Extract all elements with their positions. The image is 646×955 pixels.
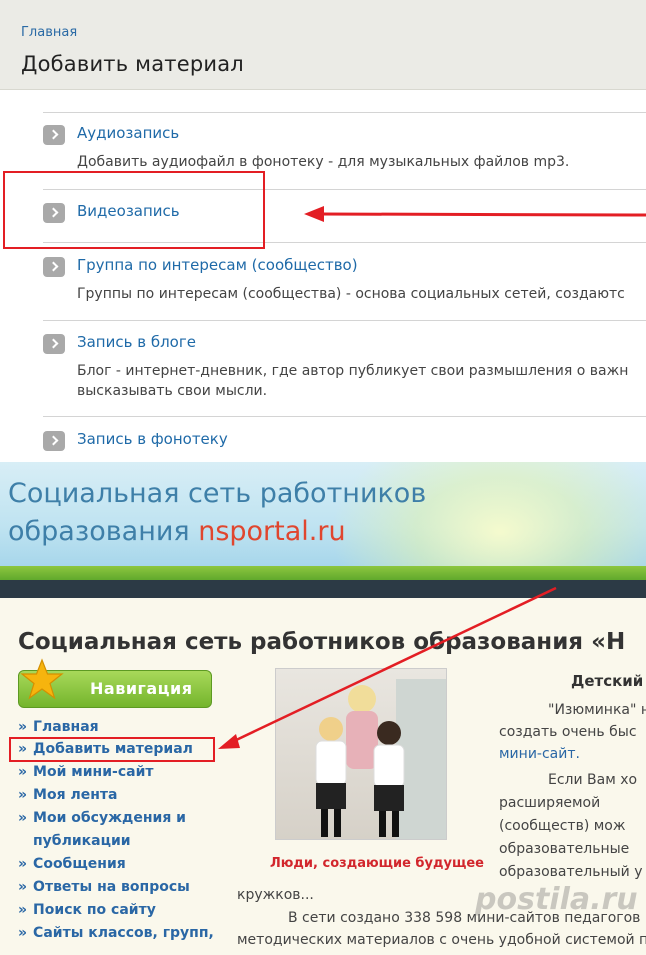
banner-text-line2: образования nsportal.ru [8, 516, 346, 547]
watermark: postila.ru [475, 882, 638, 917]
site-banner: Социальная сеть работников образования n… [0, 462, 646, 580]
banner-text-line1: Социальная сеть работников [8, 478, 427, 509]
item-link-audio[interactable]: Аудиозапись [77, 124, 179, 142]
photo-image [315, 679, 446, 839]
photo-caption: Люди, создающие будущее [270, 856, 484, 871]
article-link-mini-site[interactable]: мини-сайт. [499, 743, 580, 765]
nav-item-discussions[interactable]: » Мои обсуждения и [18, 807, 186, 830]
chevron-right-icon [43, 334, 65, 354]
item-desc-audio: Добавить аудиофайл в фонотеку - для музы… [77, 154, 570, 170]
article-line: образовательные [499, 841, 630, 857]
item-link-phonoteka[interactable]: Запись в фонотеку [77, 430, 228, 448]
nav-item-home[interactable]: » Главная [18, 716, 99, 739]
nav-item-my-feed[interactable]: » Моя лента [18, 784, 117, 807]
nav-item-messages[interactable]: » Сообщения [18, 853, 126, 876]
nav-item-class-sites[interactable]: » Сайты классов, групп, [18, 922, 214, 945]
item-link-blog[interactable]: Запись в блоге [77, 333, 196, 351]
article-line: (сообществ) мож [499, 818, 626, 834]
item-desc-blog-1: Блог - интернет-дневник, где автор публи… [77, 363, 629, 379]
article-heading: Детский [571, 672, 644, 690]
article-line: "Изюминка" н [548, 702, 646, 718]
article-line: кружков... [237, 887, 314, 903]
breadcrumb-home[interactable]: Главная [21, 25, 77, 40]
item-link-group[interactable]: Группа по интересам (сообщество) [77, 256, 358, 274]
nav-item-search[interactable]: » Поиск по сайту [18, 899, 156, 922]
highlight-box-video [3, 171, 265, 249]
kids-photo [275, 668, 447, 840]
article-line: Если Вам хо [548, 772, 638, 788]
star-icon [20, 658, 64, 700]
highlight-box-add-material [9, 737, 215, 762]
nav-item-answers[interactable]: » Ответы на вопросы [18, 876, 190, 899]
banner-dark-band [0, 580, 646, 598]
divider [43, 112, 646, 113]
nav-item-my-site[interactable]: » Мой мини-сайт [18, 761, 154, 784]
divider [43, 416, 646, 417]
add-material-panel: Главная Добавить материал Аудиозапись До… [0, 0, 646, 462]
article-line: расширяемой [499, 795, 601, 811]
chevron-right-icon [43, 257, 65, 277]
site-title: Социальная сеть работников образования «… [18, 629, 626, 655]
item-desc-blog-2: высказывать свои мысли. [77, 383, 268, 399]
nsportal-screenshot: Социальная сеть работников образования n… [0, 462, 646, 955]
divider [43, 320, 646, 321]
article-line: образовательный у [499, 864, 643, 880]
chevron-right-icon [43, 125, 65, 145]
banner-text-prefix: образования [8, 516, 199, 547]
article-line: создать очень быс [499, 724, 637, 740]
annotation-arrow [304, 206, 646, 222]
nav-item-discussions-cont[interactable]: публикации [33, 830, 131, 853]
item-desc-group: Группы по интересам (сообщества) - основ… [77, 286, 625, 302]
banner-domain: nsportal.ru [198, 516, 346, 547]
article-line: методических материалов с очень удобной … [237, 932, 646, 948]
chevron-right-icon [43, 431, 65, 451]
page-header: Главная Добавить материал [0, 0, 646, 90]
navigation-title: Навигация [90, 679, 193, 698]
page-title: Добавить материал [21, 52, 244, 76]
